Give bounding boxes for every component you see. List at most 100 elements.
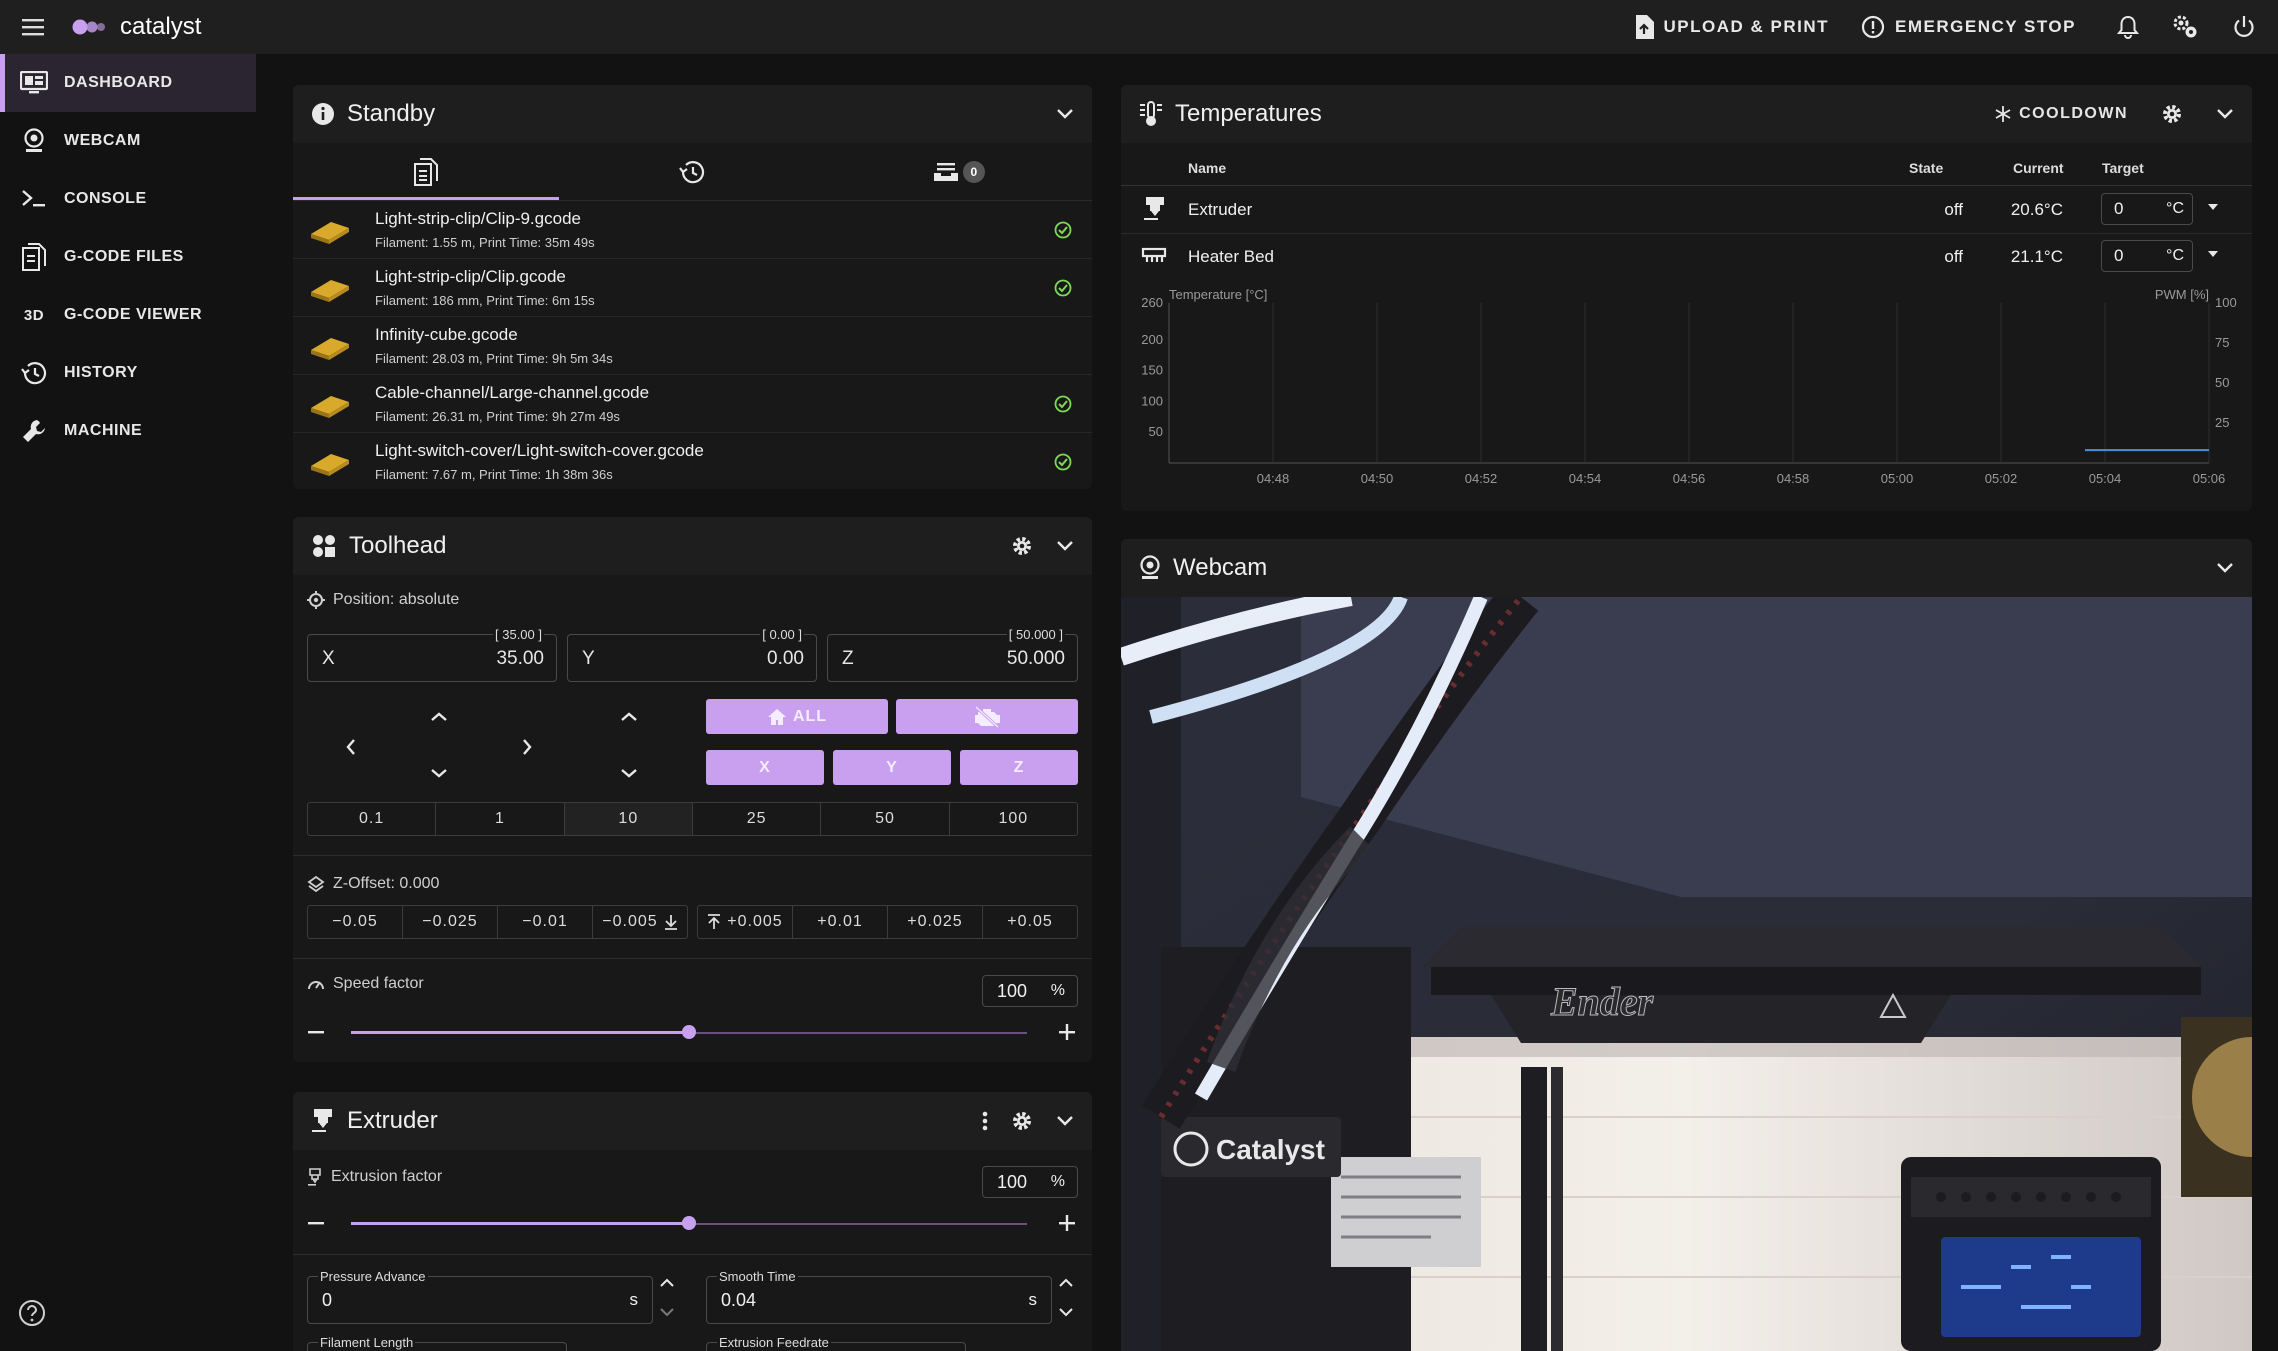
extrusion-slider-thumb[interactable] bbox=[682, 1216, 696, 1230]
zoffset-step-button[interactable]: +0.01 bbox=[793, 906, 888, 938]
gear-icon[interactable] bbox=[2162, 104, 2182, 124]
pressure-advance-field[interactable]: Pressure Advance 0 s bbox=[307, 1269, 653, 1324]
position-x-field[interactable]: X 35.00 [ 35.00 ] bbox=[307, 627, 557, 682]
sidebar-item-gcode-files[interactable]: G-CODE FILES bbox=[0, 228, 256, 286]
file-name: Cable-channel/Large-channel.gcode bbox=[375, 383, 650, 402]
zoffset-step-button[interactable]: +0.025 bbox=[888, 906, 983, 938]
jog-z-plus-button[interactable] bbox=[585, 689, 673, 745]
dots-vertical-icon[interactable] bbox=[982, 1111, 988, 1131]
file-row[interactable]: Light-strip-clip/Clip.gcode Filament: 186… bbox=[293, 259, 1092, 317]
axis-value: 0.00 bbox=[767, 648, 804, 669]
heater-target-input[interactable]: 0 °C bbox=[2101, 240, 2193, 272]
chevron-down-icon[interactable] bbox=[1056, 108, 1074, 120]
file-name: Light-strip-clip/Clip.gcode bbox=[375, 267, 566, 286]
zoffset-step-button[interactable]: +0.005 bbox=[698, 906, 793, 938]
file-row[interactable]: Light-strip-clip/Clip-9.gcode Filament: 1… bbox=[293, 201, 1092, 259]
tab-history[interactable] bbox=[559, 143, 825, 200]
step-size-button[interactable]: 1 bbox=[436, 803, 565, 835]
zoffset-step-button[interactable]: −0.025 bbox=[403, 906, 498, 938]
extruder-title: Extruder bbox=[347, 1107, 438, 1134]
zoffset-step-label: +0.01 bbox=[817, 913, 863, 930]
jog-y-plus-button[interactable] bbox=[395, 689, 483, 745]
standby-header: Standby bbox=[293, 85, 1092, 143]
settings-cogs-icon[interactable] bbox=[2168, 9, 2204, 45]
zoffset-step-button[interactable]: −0.05 bbox=[308, 906, 403, 938]
sidebar-item-gcode-viewer[interactable]: 3D G-CODE VIEWER bbox=[0, 286, 256, 344]
speed-slider-thumb[interactable] bbox=[682, 1025, 696, 1039]
arrow-collapse-down-icon bbox=[664, 914, 678, 930]
smooth-time-unit: s bbox=[1028, 1290, 1038, 1309]
step-size-button[interactable]: 0.1 bbox=[308, 803, 437, 835]
axis-hint: [ 0.00 ] bbox=[760, 627, 804, 642]
standby-title: Standby bbox=[347, 100, 436, 127]
sidebar-item-machine[interactable]: MACHINE bbox=[0, 402, 256, 460]
sidebar-item-console[interactable]: CONSOLE bbox=[0, 170, 256, 228]
axis-value: 50.000 bbox=[1006, 648, 1065, 669]
zoffset-step-button[interactable]: −0.005 bbox=[593, 906, 687, 938]
gear-icon[interactable] bbox=[1012, 536, 1032, 556]
axis-label: Y bbox=[582, 648, 595, 669]
x-tick-label: 05:02 bbox=[1985, 471, 2018, 486]
emergency-stop-button[interactable]: EMERGENCY STOP bbox=[1861, 15, 2076, 39]
power-icon[interactable] bbox=[2226, 9, 2262, 45]
extrusion-factor-input[interactable]: 100 % bbox=[982, 1166, 1078, 1198]
help-icon[interactable] bbox=[18, 1299, 48, 1329]
sidebar-item-dashboard[interactable]: DASHBOARD bbox=[0, 54, 256, 112]
gear-icon[interactable] bbox=[1012, 1111, 1032, 1131]
chevron-down-icon[interactable] bbox=[2216, 562, 2234, 574]
smooth-time-up-button[interactable] bbox=[1058, 1277, 1074, 1289]
arrow-collapse-up-icon bbox=[707, 914, 721, 930]
pressure-advance-down-button[interactable] bbox=[659, 1306, 675, 1318]
extrusion-increase-button[interactable] bbox=[1058, 1214, 1076, 1232]
jog-x-plus-button[interactable] bbox=[483, 718, 571, 776]
pressure-advance-up-button[interactable] bbox=[659, 1277, 675, 1289]
webcam-stream[interactable]: Ender Catalyst bbox=[1121, 597, 2252, 1351]
sidebar-item-history[interactable]: HISTORY bbox=[0, 344, 256, 402]
smooth-time-field[interactable]: Smooth Time 0.04 s bbox=[706, 1269, 1052, 1324]
home-z-button[interactable]: Z bbox=[960, 750, 1078, 785]
jog-z-minus-button[interactable] bbox=[585, 745, 673, 801]
tab-files[interactable] bbox=[293, 143, 560, 200]
bell-icon[interactable] bbox=[2110, 9, 2146, 45]
tab-queue[interactable]: 0 bbox=[826, 143, 1092, 200]
chevron-down-icon[interactable] bbox=[1056, 540, 1074, 552]
home-all-button[interactable]: ALL bbox=[706, 699, 888, 734]
speed-increase-button[interactable] bbox=[1058, 1023, 1076, 1041]
smooth-time-down-button[interactable] bbox=[1058, 1306, 1074, 1318]
menu-down-icon[interactable] bbox=[2207, 203, 2219, 211]
jog-y-minus-button[interactable] bbox=[395, 745, 483, 801]
speed-factor-input[interactable]: 100 % bbox=[982, 975, 1078, 1007]
speed-decrease-button[interactable] bbox=[307, 1023, 325, 1041]
extrusion-decrease-button[interactable] bbox=[307, 1214, 325, 1232]
file-row[interactable]: Infinity-cube.gcode Filament: 28.03 m, Pr… bbox=[293, 317, 1092, 375]
position-y-field[interactable]: Y 0.00 [ 0.00 ] bbox=[567, 627, 817, 682]
filament-length-field[interactable]: Filament Length bbox=[307, 1335, 567, 1351]
cooldown-button[interactable]: COOLDOWN bbox=[1995, 105, 2128, 123]
chevron-down-icon[interactable] bbox=[2216, 108, 2234, 120]
file-row[interactable]: Light-switch-cover/Light-switch-cover.gc… bbox=[293, 433, 1092, 489]
zoffset-step-button[interactable]: −0.01 bbox=[498, 906, 593, 938]
zoffset-step-button[interactable]: +0.05 bbox=[983, 906, 1077, 938]
sidebar-item-webcam[interactable]: WEBCAM bbox=[0, 112, 256, 170]
chevron-down-icon[interactable] bbox=[1056, 1115, 1074, 1127]
step-size-button[interactable]: 25 bbox=[693, 803, 822, 835]
file-row[interactable]: Cable-channel/Large-channel.gcode Filamen… bbox=[293, 375, 1092, 433]
motors-off-button[interactable] bbox=[896, 699, 1078, 734]
extrusion-feedrate-field[interactable]: Extrusion Feedrate bbox=[706, 1335, 966, 1351]
sidebar-item-label: HISTORY bbox=[64, 364, 138, 381]
step-size-button[interactable]: 10 bbox=[564, 803, 693, 835]
file-meta: Filament: 26.31 m, Print Time: 9h 27m 49… bbox=[375, 409, 620, 424]
jog-x-minus-button[interactable] bbox=[307, 718, 395, 776]
menu-down-icon[interactable] bbox=[2207, 250, 2219, 258]
step-size-button[interactable]: 100 bbox=[950, 803, 1077, 835]
menu-icon[interactable] bbox=[16, 10, 50, 44]
position-z-field[interactable]: Z 50.000 [ 50.000 ] bbox=[827, 627, 1078, 682]
upload-print-button[interactable]: UPLOAD & PRINT bbox=[1634, 15, 1830, 39]
cooldown-label: COOLDOWN bbox=[2019, 105, 2128, 122]
home-x-button[interactable]: X bbox=[706, 750, 824, 785]
step-size-button[interactable]: 50 bbox=[821, 803, 950, 835]
home-y-button[interactable]: Y bbox=[833, 750, 951, 785]
heater-target-input[interactable]: 0 °C bbox=[2101, 193, 2193, 225]
speed-factor-label: Speed factor bbox=[333, 975, 424, 992]
heater-target-value: 0 bbox=[2114, 246, 2124, 265]
